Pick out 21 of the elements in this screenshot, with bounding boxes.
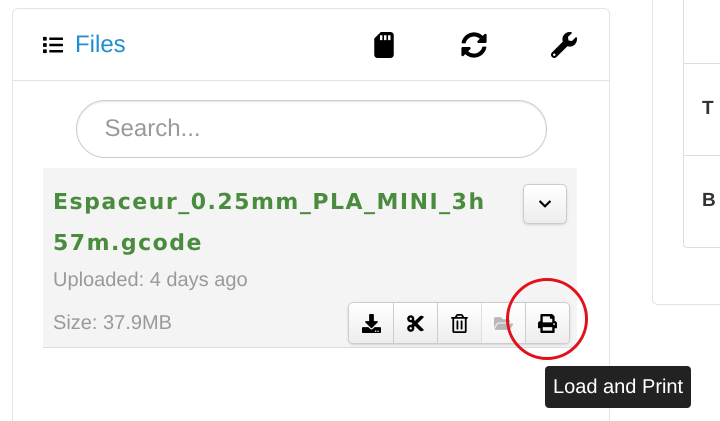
printer-button[interactable]: [525, 303, 569, 343]
tooltip: Load and Print: [545, 366, 692, 408]
row-label: T: [702, 97, 714, 122]
download-button[interactable]: [349, 303, 393, 343]
download-icon: [362, 314, 380, 332]
wrench-icon: [551, 32, 577, 58]
trash-icon: [450, 314, 469, 332]
scissors-button[interactable]: [393, 303, 437, 343]
refresh-button[interactable]: [459, 30, 489, 60]
panel-title: Files: [75, 30, 126, 60]
refresh-icon: [461, 32, 487, 58]
upload-date: Uploaded: 4 days ago: [53, 268, 249, 293]
row-label: B: [702, 189, 716, 214]
trash-button[interactable]: [437, 303, 481, 343]
printer-icon: [538, 314, 557, 332]
list-icon: [41, 34, 65, 54]
scissors-icon: [406, 314, 425, 332]
file-size: Size: 37.9MB: [53, 311, 172, 336]
wrench-button[interactable]: [549, 30, 579, 60]
search-field[interactable]: Search...: [76, 100, 546, 158]
file-name[interactable]: Espaceur_0.25mm_PLA_MINI_3h57m.gcode: [53, 182, 493, 264]
